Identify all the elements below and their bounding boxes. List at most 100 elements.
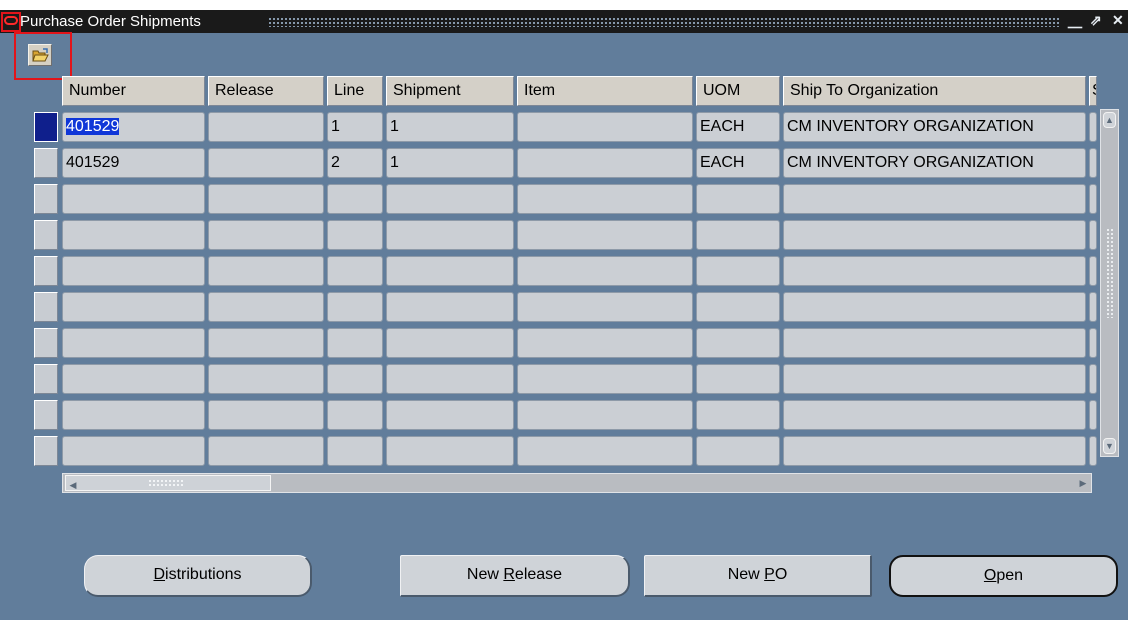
- vertical-scroll-grip[interactable]: [1106, 228, 1114, 318]
- table-cell-release[interactable]: [208, 220, 324, 250]
- table-cell-number[interactable]: [62, 328, 205, 358]
- vertical-scrollbar[interactable]: ▲ ▼: [1100, 109, 1119, 457]
- table-cell-release[interactable]: [208, 328, 324, 358]
- table-cell-item[interactable]: [517, 184, 693, 214]
- horizontal-scroll-thumb[interactable]: ◀: [65, 475, 271, 491]
- table-cell-number[interactable]: 401529: [62, 112, 205, 142]
- open-button[interactable]: Open: [889, 555, 1118, 597]
- table-cell-line[interactable]: [327, 184, 383, 214]
- table-cell-line[interactable]: [327, 256, 383, 286]
- table-cell-number[interactable]: [62, 400, 205, 430]
- table-cell-item[interactable]: [517, 148, 693, 178]
- column-header[interactable]: Ship To Organization: [783, 76, 1086, 106]
- table-cell-number[interactable]: [62, 220, 205, 250]
- table-cell-number[interactable]: [62, 292, 205, 322]
- table-cell-item[interactable]: [517, 256, 693, 286]
- table-cell-line[interactable]: [327, 292, 383, 322]
- table-cell-ship-to[interactable]: [783, 400, 1086, 430]
- table-cell-shipment[interactable]: 1: [386, 148, 514, 178]
- row-selector[interactable]: [34, 436, 58, 466]
- column-header[interactable]: Item: [517, 76, 693, 106]
- table-cell-uom[interactable]: [696, 292, 780, 322]
- table-cell-number[interactable]: [62, 256, 205, 286]
- table-cell-uom[interactable]: [696, 184, 780, 214]
- table-cell-shipment[interactable]: [386, 328, 514, 358]
- table-cell[interactable]: [1089, 148, 1097, 178]
- table-cell-release[interactable]: [208, 148, 324, 178]
- table-cell-item[interactable]: [517, 436, 693, 466]
- close-icon[interactable]: ✕: [1112, 12, 1124, 29]
- scroll-left-icon[interactable]: ◀: [67, 478, 79, 492]
- row-selector[interactable]: [34, 292, 58, 322]
- table-cell-ship-to[interactable]: [783, 436, 1086, 466]
- column-header[interactable]: Shipment: [386, 76, 514, 106]
- table-cell-number[interactable]: 401529: [62, 148, 205, 178]
- table-cell-shipment[interactable]: [386, 220, 514, 250]
- column-header[interactable]: Release: [208, 76, 324, 106]
- table-cell[interactable]: [1089, 400, 1097, 430]
- table-cell[interactable]: [1089, 292, 1097, 322]
- table-cell-item[interactable]: [517, 364, 693, 394]
- table-cell-uom[interactable]: [696, 256, 780, 286]
- table-cell-uom[interactable]: EACH: [696, 112, 780, 142]
- table-cell-release[interactable]: [208, 184, 324, 214]
- table-cell[interactable]: [1089, 220, 1097, 250]
- table-cell-uom[interactable]: [696, 400, 780, 430]
- title-bar[interactable]: Purchase Order Shipments ⎽ ⇗ ✕: [0, 10, 1128, 33]
- table-cell-item[interactable]: [517, 220, 693, 250]
- table-cell-uom[interactable]: [696, 328, 780, 358]
- table-cell[interactable]: [1089, 364, 1097, 394]
- table-cell-line[interactable]: 1: [327, 112, 383, 142]
- new-release-button[interactable]: New Release: [400, 555, 630, 597]
- table-cell[interactable]: [1089, 184, 1097, 214]
- table-cell-ship-to[interactable]: [783, 292, 1086, 322]
- row-selector[interactable]: [34, 400, 58, 430]
- table-cell-item[interactable]: [517, 292, 693, 322]
- table-cell-item[interactable]: [517, 328, 693, 358]
- table-cell-line[interactable]: [327, 400, 383, 430]
- table-cell-line[interactable]: [327, 364, 383, 394]
- table-cell-line[interactable]: [327, 436, 383, 466]
- table-cell-uom[interactable]: EACH: [696, 148, 780, 178]
- row-selector[interactable]: [34, 328, 58, 358]
- distributions-button[interactable]: Distributions: [84, 555, 312, 597]
- table-cell-release[interactable]: [208, 364, 324, 394]
- row-selector[interactable]: [34, 184, 58, 214]
- table-cell-shipment[interactable]: [386, 400, 514, 430]
- table-cell-item[interactable]: [517, 400, 693, 430]
- table-cell-line[interactable]: 2: [327, 148, 383, 178]
- table-cell-release[interactable]: [208, 400, 324, 430]
- table-cell-shipment[interactable]: [386, 256, 514, 286]
- table-cell-ship-to[interactable]: CM INVENTORY ORGANIZATION: [783, 112, 1086, 142]
- row-selector[interactable]: [34, 148, 58, 178]
- table-cell-ship-to[interactable]: [783, 364, 1086, 394]
- table-cell-uom[interactable]: [696, 436, 780, 466]
- table-cell-shipment[interactable]: [386, 292, 514, 322]
- table-cell[interactable]: [1089, 256, 1097, 286]
- table-cell-number[interactable]: [62, 436, 205, 466]
- column-header[interactable]: UOM: [696, 76, 780, 106]
- restore-icon[interactable]: ⇗: [1090, 12, 1102, 29]
- scroll-down-icon[interactable]: ▼: [1103, 438, 1116, 454]
- minimize-icon[interactable]: ⎽: [1068, 12, 1082, 29]
- scroll-up-icon[interactable]: ▲: [1103, 112, 1116, 128]
- table-cell-ship-to[interactable]: [783, 328, 1086, 358]
- table-cell-ship-to[interactable]: [783, 220, 1086, 250]
- table-cell[interactable]: [1089, 328, 1097, 358]
- new-po-button[interactable]: New PO: [644, 555, 872, 597]
- scroll-right-icon[interactable]: ▶: [1077, 476, 1089, 490]
- row-selector[interactable]: [34, 256, 58, 286]
- table-cell-number[interactable]: [62, 184, 205, 214]
- table-cell-uom[interactable]: [696, 220, 780, 250]
- table-cell-ship-to[interactable]: CM INVENTORY ORGANIZATION: [783, 148, 1086, 178]
- table-cell-number[interactable]: [62, 364, 205, 394]
- table-cell[interactable]: [1089, 112, 1097, 142]
- table-cell-line[interactable]: [327, 328, 383, 358]
- table-cell-line[interactable]: [327, 220, 383, 250]
- horizontal-scrollbar[interactable]: ◀ ▶: [62, 473, 1092, 493]
- column-header[interactable]: S: [1089, 76, 1097, 106]
- column-header[interactable]: Line: [327, 76, 383, 106]
- row-selector[interactable]: [34, 364, 58, 394]
- table-cell-uom[interactable]: [696, 364, 780, 394]
- table-cell-ship-to[interactable]: [783, 256, 1086, 286]
